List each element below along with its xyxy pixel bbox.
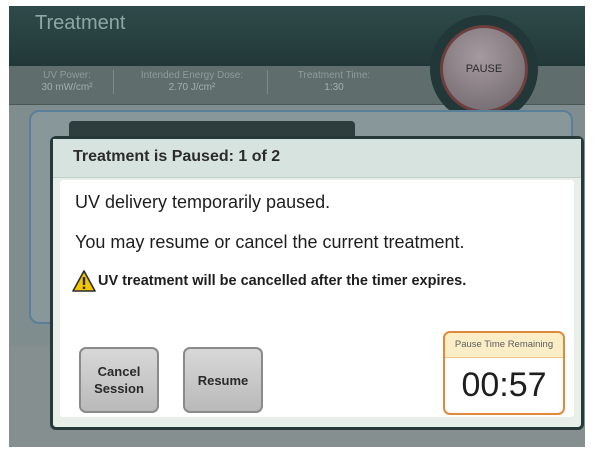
resume-button[interactable]: Resume — [183, 347, 263, 413]
dialog-title: Treatment is Paused: 1 of 2 — [73, 148, 281, 165]
param-treatment-time: Treatment Time: 1:30 — [279, 70, 389, 94]
pause-button[interactable]: PAUSE — [440, 25, 528, 113]
param-value: 1:30 — [324, 82, 344, 93]
dialog-header: Treatment is Paused: 1 of 2 — [53, 139, 581, 178]
instruction-message: You may resume or cancel the current tre… — [75, 232, 465, 252]
warning-triangle-icon — [72, 270, 96, 292]
page-title: Treatment — [35, 12, 126, 34]
param-label: Treatment Time: — [297, 70, 371, 81]
pause-message: UV delivery temporarily paused. — [75, 192, 331, 212]
param-label: UV Power: — [43, 70, 91, 81]
dialog-body: UV delivery temporarily paused. You may … — [60, 180, 574, 417]
param-label: Intended Energy Dose: — [140, 70, 244, 81]
treatment-screen: Treatment UV Power: 30 mW/cm² Intended E… — [9, 6, 585, 447]
cancel-session-button[interactable]: Cancel Session — [79, 347, 159, 413]
cancel-label-line1: Cancel — [97, 364, 141, 379]
pause-timer: Pause Time Remaining 00:57 — [443, 331, 565, 415]
cancel-session-label: Cancel Session — [94, 363, 144, 397]
param-value: 2.70 J/cm² — [168, 82, 216, 93]
timer-value: 00:57 — [461, 366, 547, 404]
warning-notice: UV treatment will be cancelled after the… — [72, 269, 466, 293]
param-value: 30 mW/cm² — [41, 82, 93, 93]
pause-dialog: Treatment is Paused: 1 of 2 UV delivery … — [50, 136, 584, 430]
cancel-label-line2: Session — [94, 381, 144, 396]
param-energy-dose: Intended Energy Dose: 2.70 J/cm² — [117, 70, 268, 94]
timer-label: Pause Time Remaining — [445, 333, 563, 358]
param-uv-power: UV Power: 30 mW/cm² — [21, 70, 114, 94]
warning-text: UV treatment will be cancelled after the… — [98, 273, 467, 289]
